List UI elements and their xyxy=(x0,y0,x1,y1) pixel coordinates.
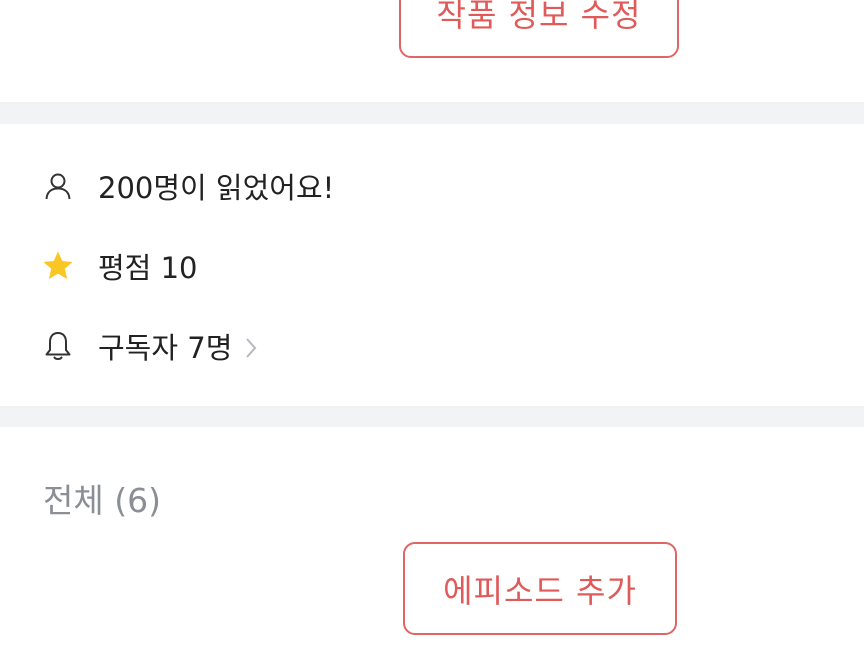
person-icon xyxy=(42,170,74,202)
edit-work-info-button[interactable]: 작품 정보 수정 xyxy=(399,0,679,58)
work-detail-page: 작품 정보 수정 200명이 읽었어요! 평점 10 구독자 7명 전체 (6)… xyxy=(0,0,864,648)
subscribers-count-text: 구독자 7명 xyxy=(98,331,233,365)
section-divider xyxy=(0,102,864,124)
episodes-count-heading: 전체 (6) xyxy=(43,481,161,520)
star-icon xyxy=(42,250,74,282)
section-divider xyxy=(0,406,864,427)
readers-count-text: 200명이 읽었어요! xyxy=(98,171,335,205)
chevron-right-icon[interactable] xyxy=(244,333,258,367)
work-stats-section: 200명이 읽었어요! 평점 10 구독자 7명 xyxy=(0,124,864,406)
add-episode-button[interactable]: 에피소드 추가 xyxy=(403,542,677,635)
rating-text: 평점 10 xyxy=(98,251,198,285)
subscribers-label: 구독자 7명 xyxy=(98,325,258,367)
work-header-section: 작품 정보 수정 xyxy=(0,0,864,102)
bell-icon xyxy=(42,330,74,362)
